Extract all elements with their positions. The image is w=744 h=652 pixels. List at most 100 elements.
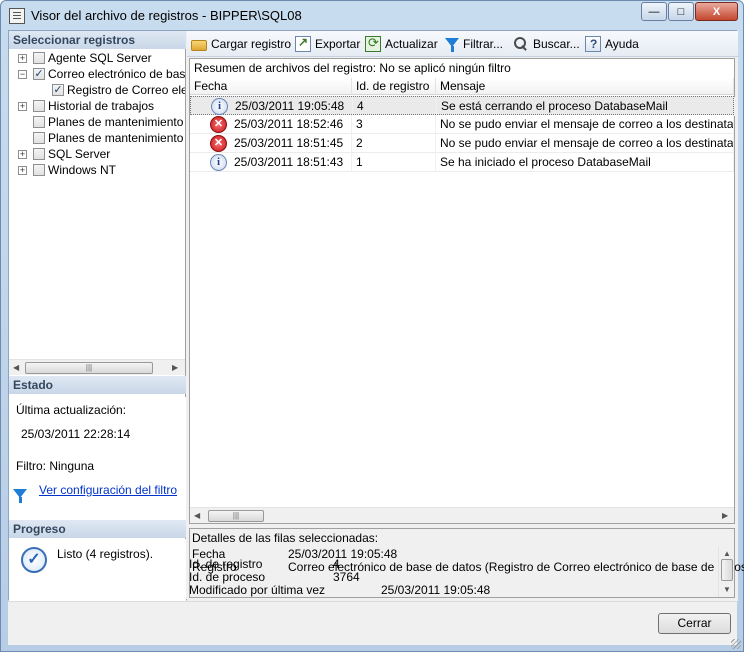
row-date: 25/03/2011 18:52:46	[234, 115, 352, 134]
load-log-button[interactable]: Cargar registro	[191, 35, 291, 53]
row-message: No se pudo enviar el mensaje de correo a…	[440, 134, 734, 153]
checkbox[interactable]	[33, 116, 45, 128]
log-viewer-icon	[9, 8, 25, 24]
refresh-button[interactable]: Actualizar	[365, 35, 438, 53]
error-icon: ✕	[210, 116, 227, 133]
scroll-right-arrow-icon[interactable]: ▶	[172, 363, 178, 372]
row-log-id: 1	[356, 153, 436, 172]
last-update-label: Última actualización:	[16, 403, 127, 417]
export-button[interactable]: Exportar	[295, 35, 360, 53]
right-pane: Cargar registro Exportar Actualizar Filt…	[187, 31, 744, 601]
load-log-label: Cargar registro	[211, 37, 292, 51]
grid-horizontal-scrollbar[interactable]: ◀ ||| ▶	[190, 507, 734, 523]
last-update-value: 25/03/2011 22:28:14	[21, 427, 131, 441]
row-date: 25/03/2011 18:51:45	[234, 134, 352, 153]
row-message: Se ha iniciado el proceso DatabaseMail	[440, 153, 734, 172]
tree-item-label: Correo electrónico de base de datos	[48, 67, 185, 81]
maximize-button[interactable]: □	[668, 2, 694, 21]
checkbox[interactable]	[33, 132, 45, 144]
row-message: Se está cerrando el proceso DatabaseMail	[441, 97, 735, 116]
title-bar[interactable]: Visor del archivo de registros - BIPPER\…	[1, 1, 743, 29]
export-icon	[295, 35, 311, 52]
detail-modified-value: 25/03/2011 19:05:48	[381, 583, 491, 597]
close-window-button[interactable]: X	[695, 2, 738, 21]
left-pane: Seleccionar registros + Agente SQL Serve…	[9, 31, 186, 601]
row-log-id: 2	[356, 134, 436, 153]
detail-log-id-value: 4	[333, 557, 340, 571]
log-viewer-window: Visor del archivo de registros - BIPPER\…	[0, 0, 744, 652]
detail-log-id-label: Id. de registro	[189, 557, 263, 571]
help-label: Ayuda	[605, 37, 639, 51]
log-summary: Resumen de archivos del registro: No se …	[194, 61, 511, 75]
ready-check-icon: ✓	[21, 547, 47, 573]
resize-grip-icon[interactable]	[731, 639, 741, 649]
scroll-left-arrow-icon[interactable]: ◀	[13, 363, 19, 372]
tree-item-label: Planes de mantenimiento remotos	[48, 131, 185, 145]
window-title: Visor del archivo de registros - BIPPER\…	[31, 8, 302, 23]
export-label: Exportar	[315, 37, 361, 51]
column-header-message[interactable]: Mensaje	[436, 78, 734, 95]
tree-item-label: Planes de mantenimiento	[48, 115, 184, 129]
info-icon: i	[210, 154, 227, 171]
scroll-thumb[interactable]: |||	[208, 510, 264, 522]
column-header-log-id[interactable]: Id. de registro	[352, 78, 436, 95]
filter-button[interactable]: Filtrar...	[445, 35, 503, 53]
detail-modified-label: Modificado por última vez	[189, 583, 326, 597]
scroll-thumb[interactable]: |||	[25, 362, 153, 374]
refresh-icon	[365, 35, 381, 52]
progress-text: Listo (4 registros).	[57, 547, 154, 561]
expand-icon[interactable]: +	[18, 166, 27, 175]
client-area: Seleccionar registros + Agente SQL Serve…	[8, 30, 744, 601]
column-header-date[interactable]: Fecha	[190, 78, 352, 95]
info-icon: i	[211, 98, 228, 115]
collapse-icon[interactable]: −	[18, 70, 27, 79]
row-log-id: 4	[357, 97, 437, 116]
tree-item-label: SQL Server	[48, 147, 111, 161]
row-date: 25/03/2011 18:51:43	[234, 153, 352, 172]
expand-icon[interactable]: +	[18, 54, 27, 63]
table-row[interactable]: ✕ 25/03/2011 18:51:45 2 No se pudo envia…	[190, 134, 734, 153]
toolbar-filter-icon	[445, 36, 459, 52]
scroll-right-arrow-icon[interactable]: ▶	[722, 511, 728, 520]
checkbox[interactable]: ✓	[33, 68, 45, 80]
close-button[interactable]: Cerrar	[658, 613, 731, 634]
tree-horizontal-scrollbar[interactable]: ◀ ||| ▶	[9, 359, 185, 375]
checkbox[interactable]	[33, 148, 45, 160]
tree-item-label: Agente SQL Server	[48, 51, 152, 65]
tree-item-label: Registro de Correo electrónico de base d…	[67, 83, 185, 97]
minimize-button[interactable]: —	[641, 2, 667, 21]
detail-process-id-value: 3764	[333, 570, 360, 584]
refresh-label: Actualizar	[385, 37, 438, 51]
view-filter-settings-link[interactable]: Ver configuración del filtro	[39, 483, 177, 497]
scroll-thumb[interactable]	[721, 559, 733, 581]
row-log-id: 3	[356, 115, 436, 134]
scroll-up-arrow-icon[interactable]: ▲	[723, 549, 731, 558]
details-header: Detalles de las filas seleccionadas:	[192, 531, 379, 545]
expand-icon[interactable]: +	[18, 150, 27, 159]
row-message: No se pudo enviar el mensaje de correo a…	[440, 115, 734, 134]
detail-process-id-label: Id. de proceso	[189, 570, 266, 584]
log-grid: Resumen de archivos del registro: No se …	[189, 58, 735, 524]
row-date: 25/03/2011 19:05:48	[235, 97, 353, 116]
table-row[interactable]: i 25/03/2011 19:05:48 4 Se está cerrando…	[190, 96, 735, 116]
tree-item-label: Historial de trabajos	[48, 99, 155, 113]
checkbox[interactable]	[33, 164, 45, 176]
table-row[interactable]: i 25/03/2011 18:51:43 1 Se ha iniciado e…	[190, 153, 734, 172]
filter-icon	[13, 489, 27, 503]
table-row[interactable]: ✕ 25/03/2011 18:52:46 3 No se pudo envia…	[190, 115, 734, 134]
help-button[interactable]: Ayuda	[585, 35, 639, 53]
search-button[interactable]: Buscar...	[513, 35, 580, 53]
checkbox[interactable]: ✓	[52, 84, 64, 96]
toolbar: Cargar registro Exportar Actualizar Filt…	[187, 31, 738, 57]
search-label: Buscar...	[533, 37, 580, 51]
checkbox[interactable]	[33, 100, 45, 112]
footer-bar	[8, 601, 737, 645]
expand-icon[interactable]: +	[18, 102, 27, 111]
detail-date-value: 25/03/2011 19:05:48	[288, 547, 398, 561]
status-header: Estado	[9, 376, 186, 394]
status-panel: Última actualización: 25/03/2011 22:28:1…	[9, 397, 186, 523]
folder-icon	[191, 40, 207, 51]
checkbox[interactable]	[33, 52, 45, 64]
scroll-left-arrow-icon[interactable]: ◀	[194, 511, 200, 520]
help-icon	[585, 36, 601, 52]
